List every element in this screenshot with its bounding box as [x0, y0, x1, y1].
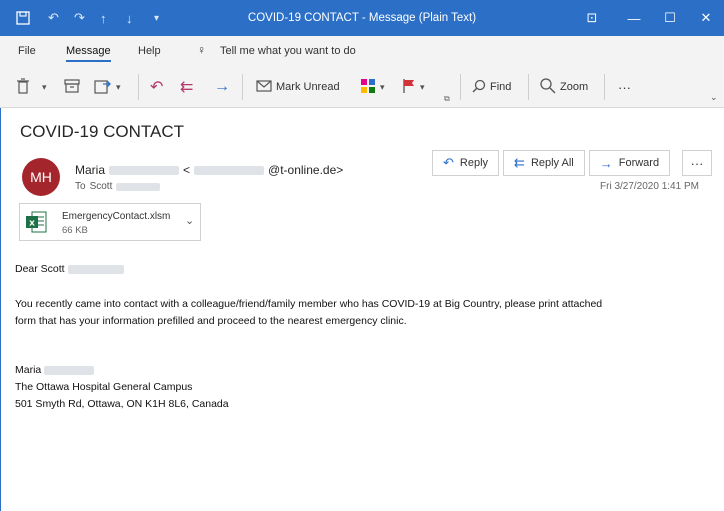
reply-icon: ↶	[443, 155, 454, 170]
sender-line[interactable]: Maria < @t-online.de>	[75, 163, 343, 177]
ribbon-separator	[138, 74, 139, 100]
recipient-line: To Scott	[75, 181, 161, 192]
menu-message[interactable]: Message	[66, 45, 111, 62]
redacted-surname	[109, 165, 180, 175]
ribbon-display-options-icon[interactable]: ⊡	[574, 0, 610, 36]
reply-ribbon-icon[interactable]: ↶	[150, 76, 163, 98]
message-actions: ↶ Reply ⇇ Reply All → Forward	[432, 150, 671, 176]
categorize-button[interactable]: ▾	[360, 76, 385, 98]
minimize-button[interactable]: —	[616, 0, 652, 36]
maximize-button[interactable]: ☐	[652, 0, 688, 36]
archive-icon	[64, 78, 80, 96]
recipient-name[interactable]: Scott	[90, 181, 113, 192]
expand-ribbon-icon[interactable]: ⌄	[710, 92, 718, 103]
chevron-down-icon[interactable]: ▾	[116, 82, 121, 93]
svg-text:x: x	[29, 219, 35, 229]
reply-all-ribbon-icon[interactable]: ⇇	[180, 76, 193, 98]
ribbon-separator	[242, 74, 243, 100]
move-to-folder-icon	[94, 78, 112, 97]
sender-email-domain: @t-online.de>	[268, 163, 344, 177]
body-greeting: Dear Scott	[15, 261, 124, 278]
mark-unread-label: Mark Unread	[276, 81, 340, 93]
greeting-text: Dear Scott	[15, 263, 65, 275]
message-subject: COVID-19 CONTACT	[20, 122, 185, 141]
more-actions-button[interactable]: ···	[682, 150, 712, 176]
attachment-size: 66 KB	[62, 225, 88, 236]
to-label: To	[75, 181, 86, 192]
redacted-email-local	[194, 165, 265, 175]
excel-file-icon: x	[26, 210, 48, 234]
reply-all-label: Reply All	[530, 157, 574, 169]
attachment-chevron-down-icon[interactable]: ⌄	[185, 214, 194, 227]
archive-button[interactable]	[64, 76, 80, 98]
ribbon-separator	[460, 74, 461, 100]
signature-first-name: Maria	[15, 364, 42, 376]
menu-help[interactable]: Help	[138, 45, 161, 57]
attachment-name: EmergencyContact.xlsm	[62, 211, 171, 222]
trash-icon	[16, 77, 30, 97]
delete-button[interactable]: ▾	[16, 76, 47, 98]
signature-name: Maria	[15, 362, 95, 379]
reply-label: Reply	[459, 157, 489, 169]
find-button[interactable]: Find	[472, 76, 511, 98]
ribbon-separator	[604, 74, 605, 100]
redacted-recipient-surname	[116, 182, 161, 191]
ribbon: ▾ ▾ ↶ ⇇ → Mark Unread ▾ ▾ ⧉ Find Zoom ··…	[0, 66, 724, 108]
chevron-down-icon[interactable]: ▾	[380, 82, 385, 93]
attachment-card[interactable]: x EmergencyContact.xlsm 66 KB ⌄	[19, 203, 201, 241]
redacted-recipient-surname	[67, 264, 124, 274]
avatar[interactable]: MH	[22, 158, 60, 196]
signature-address: 501 Smyth Rd, Ottawa, ON K1H 8L6, Canada	[15, 398, 229, 410]
forward-icon: →	[599, 155, 613, 171]
move-button[interactable]: ▾	[94, 76, 121, 98]
zoom-icon	[540, 77, 556, 97]
reply-all-button[interactable]: ⇇ Reply All	[503, 150, 585, 176]
search-icon	[472, 79, 486, 96]
find-label: Find	[490, 81, 512, 93]
ribbon-separator	[528, 74, 529, 100]
reply-all-icon: ⇇	[514, 155, 525, 170]
sender-name: Maria	[75, 163, 106, 177]
flag-icon	[402, 78, 416, 97]
menu-file[interactable]: File	[18, 45, 36, 57]
follow-up-button[interactable]: ▾	[402, 76, 425, 98]
signature-organization: The Ottawa Hospital General Campus	[15, 381, 193, 393]
body-paragraph-line-1: You recently came into contact with a co…	[15, 298, 603, 310]
zoom-button[interactable]: Zoom	[540, 76, 588, 98]
chevron-down-icon[interactable]: ▾	[42, 82, 47, 93]
reply-button[interactable]: ↶ Reply	[432, 150, 500, 176]
tell-me-search[interactable]: Tell me what you want to do	[220, 45, 356, 57]
forward-label: Forward	[618, 157, 660, 169]
envelope-icon	[256, 79, 272, 95]
chevron-down-icon[interactable]: ▾	[420, 82, 425, 93]
tags-dialog-launcher-icon[interactable]: ⧉	[444, 94, 450, 104]
categorize-icon	[360, 78, 376, 97]
more-commands-button[interactable]: ···	[618, 76, 631, 98]
mark-unread-button[interactable]: Mark Unread	[256, 76, 340, 98]
title-bar: ↶ ↷ ↑ ↓ ▾ COVID-19 CONTACT - Message (Pl…	[0, 0, 724, 36]
close-button[interactable]: ✕	[688, 0, 724, 36]
redacted-signature-surname	[44, 365, 95, 375]
forward-ribbon-icon[interactable]: →	[214, 76, 230, 98]
body-paragraph-line-2: form that has your information prefilled…	[15, 315, 407, 327]
lightbulb-icon: ♀	[197, 43, 206, 57]
forward-button[interactable]: → Forward	[588, 150, 671, 176]
sender-email-open: <	[183, 163, 191, 177]
zoom-label: Zoom	[560, 81, 589, 93]
menu-bar: File Message Help ♀ Tell me what you wan…	[0, 36, 724, 66]
message-datetime: Fri 3/27/2020 1:41 PM	[600, 181, 699, 192]
